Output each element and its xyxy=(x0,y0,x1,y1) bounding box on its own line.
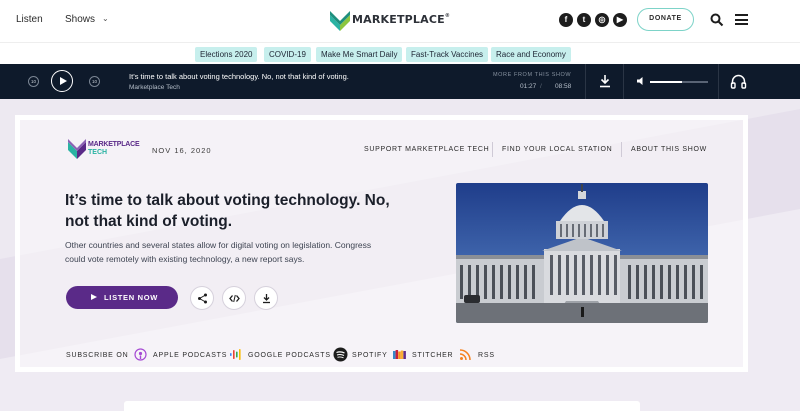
hamburger-menu-icon[interactable] xyxy=(735,14,748,25)
next-section-card xyxy=(124,401,640,411)
subscribe-label: SUBSCRIBE ON xyxy=(66,352,129,359)
more-from-show-label[interactable]: MORE FROM THIS SHOW xyxy=(493,72,571,78)
volume-icon[interactable] xyxy=(636,76,646,86)
facebook-icon[interactable]: f xyxy=(559,13,573,27)
google-podcasts-icon xyxy=(230,349,241,360)
top-navigation: Listen Shows ⌄ MARKETPLACE® f t ◎ ▶ DONA… xyxy=(0,0,800,42)
player-divider xyxy=(623,64,624,99)
volume-slider[interactable] xyxy=(650,81,708,83)
stitcher-icon xyxy=(393,350,406,359)
episode-headline: It’s time to talk about voting technolog… xyxy=(65,192,390,230)
link-divider xyxy=(492,142,493,157)
player-episode-title[interactable]: It’s time to talk about voting technolog… xyxy=(129,72,349,81)
capitol-building-photo xyxy=(456,183,708,323)
chevron-down-icon[interactable]: ⌄ xyxy=(102,14,109,23)
find-station-link[interactable]: FIND YOUR LOCAL STATION xyxy=(502,146,612,153)
player-divider xyxy=(718,64,719,99)
spotify-icon xyxy=(333,347,348,362)
volume-slider-fill xyxy=(650,81,682,83)
topic-pill-bar: Elections 2020 COVID-19 Make Me Smart Da… xyxy=(0,42,800,64)
logo-registered-mark: ® xyxy=(444,13,451,19)
show-logo-line2: TECH xyxy=(88,149,108,156)
share-button[interactable] xyxy=(190,286,214,310)
total-duration: 08:58 xyxy=(555,83,572,90)
listen-now-button[interactable]: LISTEN NOW xyxy=(66,286,178,309)
nav-listen-link[interactable]: Listen xyxy=(16,14,43,25)
apple-podcasts-icon xyxy=(134,348,147,361)
play-icon xyxy=(91,294,97,300)
about-show-link[interactable]: ABOUT THIS SHOW xyxy=(631,146,707,153)
embed-code-icon xyxy=(229,294,240,303)
marketplace-logo-icon[interactable] xyxy=(330,11,350,31)
skip-back-icon[interactable]: 10 xyxy=(28,76,39,87)
topic-pill-make-me-smart[interactable]: Make Me Smart Daily xyxy=(316,47,403,62)
listen-now-label: LISTEN NOW xyxy=(104,293,159,302)
play-button[interactable] xyxy=(51,70,73,92)
donate-button[interactable]: DONATE xyxy=(637,8,694,31)
topic-pill-race-economy[interactable]: Race and Economy xyxy=(491,47,571,62)
download-episode-button[interactable] xyxy=(254,286,278,310)
google-podcasts-label: GOOGLE PODCASTS xyxy=(248,352,331,359)
apple-podcasts-label: APPLE PODCASTS xyxy=(153,352,228,359)
share-icon xyxy=(198,293,207,304)
download-icon[interactable] xyxy=(599,74,611,88)
search-icon[interactable] xyxy=(710,13,724,27)
topic-pill-covid[interactable]: COVID-19 xyxy=(264,47,311,62)
episode-card: MARKETPLACE TECH NOV 16, 2020 SUPPORT MA… xyxy=(15,115,748,372)
youtube-icon[interactable]: ▶ xyxy=(613,13,627,27)
show-logo-line1: MARKETPLACE xyxy=(88,141,140,148)
embed-button[interactable] xyxy=(222,286,246,310)
instagram-icon[interactable]: ◎ xyxy=(595,13,609,27)
nav-shows-link[interactable]: Shows xyxy=(65,14,95,25)
skip-forward-icon[interactable]: 10 xyxy=(89,76,100,87)
rss-label: RSS xyxy=(478,352,495,359)
player-divider xyxy=(585,64,586,99)
topic-pill-elections[interactable]: Elections 2020 xyxy=(195,47,258,62)
elapsed-time: 01:27 xyxy=(520,83,537,90)
topic-pill-vaccines[interactable]: Fast-Track Vaccines xyxy=(406,47,489,62)
episode-summary: Other countries and several states allow… xyxy=(65,240,372,264)
link-divider xyxy=(621,142,622,157)
audio-player-bar: 10 10 It’s time to talk about voting tec… xyxy=(0,64,800,99)
twitter-icon[interactable]: t xyxy=(577,13,591,27)
spotify-label: SPOTIFY xyxy=(352,352,388,359)
marketplace-logo-text[interactable]: MARKETPLACE® xyxy=(352,13,450,26)
stitcher-label: STITCHER xyxy=(412,352,454,359)
support-show-link[interactable]: SUPPORT MARKETPLACE TECH xyxy=(364,146,489,153)
download-icon xyxy=(263,294,270,304)
player-show-name[interactable]: Marketplace Tech xyxy=(129,84,180,91)
rss-icon xyxy=(459,349,471,361)
logo-wordmark: MARKETPLACE xyxy=(352,13,445,26)
time-separator: / xyxy=(540,83,542,90)
headphones-icon[interactable] xyxy=(730,73,747,90)
episode-date: NOV 16, 2020 xyxy=(152,146,212,155)
